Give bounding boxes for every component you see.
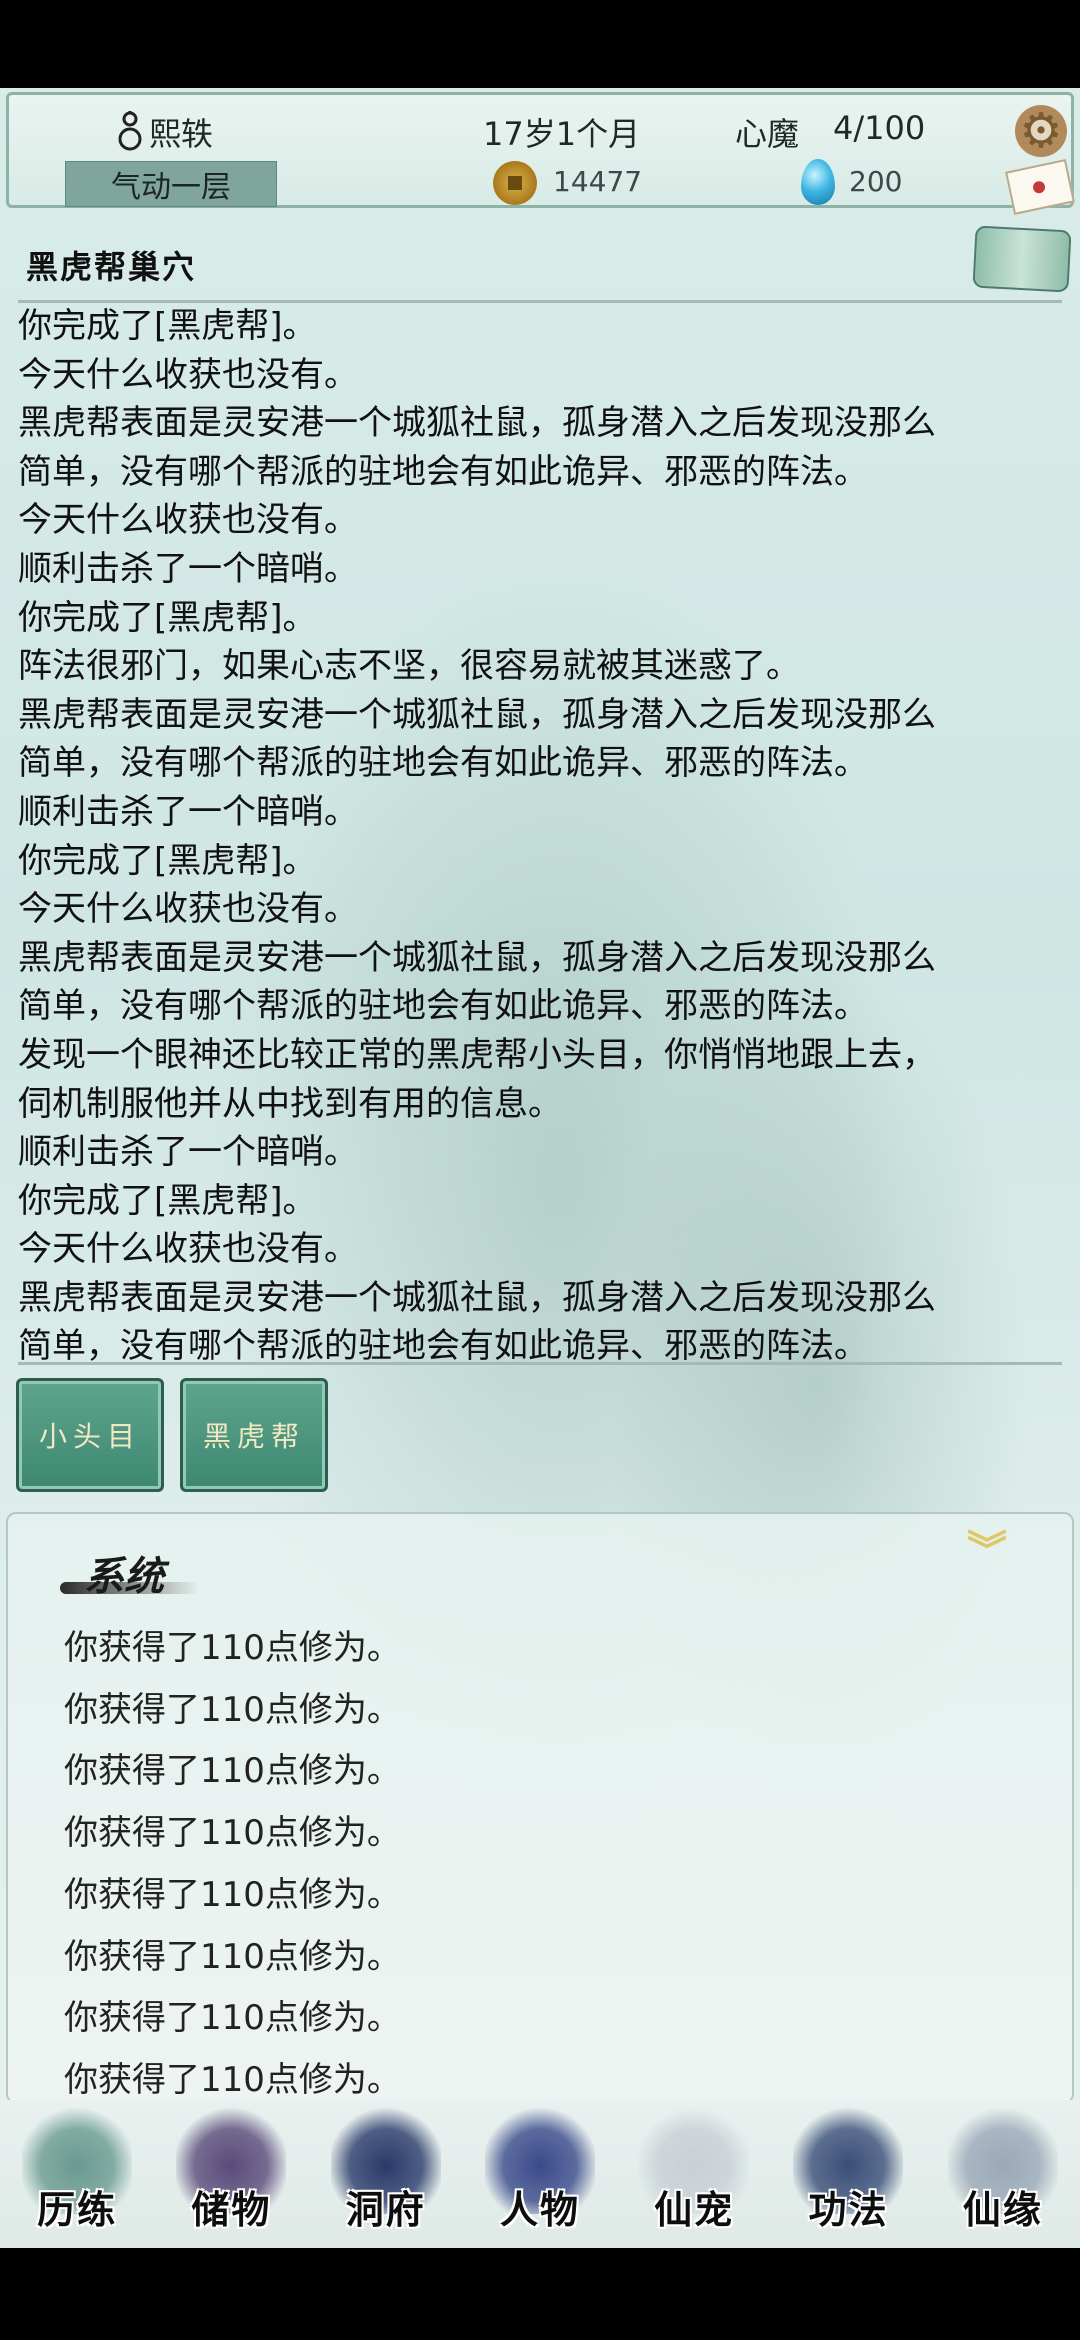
heart-demon-label: 心魔: [735, 115, 800, 153]
action-button-xiaotoumu[interactable]: 小头目: [16, 1378, 164, 1492]
log-line: 顺利击杀了一个暗哨。: [18, 791, 358, 832]
gourd-icon: [118, 111, 142, 151]
log-line: 顺利击杀了一个暗哨。: [18, 1132, 358, 1173]
log-line: 你完成了[黑虎帮]。: [18, 306, 317, 346]
log-line: 今天什么收获也没有。: [18, 1229, 358, 1270]
game-screen: 熙轶 气动一层 17岁1个月 心魔 4/100 14477 200 ⚙ 黑虎帮巢…: [0, 88, 1080, 2248]
nav-item-3[interactable]: 人物: [463, 2100, 617, 2248]
system-message: 你获得了110点修为。: [64, 1751, 401, 1792]
log-line: 你完成了[黑虎帮]。: [18, 597, 317, 638]
realm-badge[interactable]: 气动一层: [65, 161, 277, 207]
log-line: 简单，没有哪个帮派的驻地会有如此诡异、邪恶的阵法。: [18, 451, 868, 492]
map-scroll-icon[interactable]: [972, 225, 1072, 293]
system-message: 你获得了110点修为。: [64, 1813, 401, 1854]
nav-label: 仙宠: [654, 2187, 735, 2232]
system-message: 你获得了110点修为。: [64, 1998, 401, 2039]
system-message: 你获得了110点修为。: [64, 1628, 401, 1668]
nav-item-6[interactable]: 仙缘: [926, 2100, 1080, 2248]
location-title: 黑虎帮巢穴: [26, 248, 197, 286]
event-log[interactable]: 你完成了[黑虎帮]。 今天什么收获也没有。 黑虎帮表面是灵安港一个城狐社鼠，孤身潜入…: [18, 302, 1062, 1371]
log-line: 你完成了[黑虎帮]。: [18, 840, 317, 881]
nav-item-1[interactable]: 储物: [154, 2100, 308, 2248]
spirit-stone-icon: [801, 159, 835, 205]
nav-item-4[interactable]: 仙宠: [617, 2100, 771, 2248]
log-line: 黑虎帮表面是灵安港一个城狐社鼠，孤身潜入之后发现没那么: [18, 1277, 936, 1318]
log-line: 阵法很邪门，如果心志不坚，很容易就被其迷惑了。: [18, 646, 800, 687]
divider: [18, 1362, 1062, 1365]
log-line: 黑虎帮表面是灵安港一个城狐社鼠，孤身潜入之后发现没那么: [18, 403, 936, 444]
chevron-down-icon[interactable]: ︾: [964, 1528, 1010, 1574]
system-messages: 你获得了110点修为。 你获得了110点修为。 你获得了110点修为。 你获得了110…: [64, 1618, 401, 2112]
nav-label: 洞府: [345, 2187, 426, 2232]
log-line: 今天什么收获也没有。: [18, 889, 358, 930]
log-line: 今天什么收获也没有。: [18, 354, 358, 395]
log-line: 发现一个眼神还比较正常的黑虎帮小头目，你悄悄地跟上去，: [18, 1034, 936, 1075]
log-line: 顺利击杀了一个暗哨。: [18, 548, 358, 589]
system-message: 你获得了110点修为。: [64, 1936, 401, 1977]
nav-label: 历练: [37, 2187, 118, 2232]
log-line: 黑虎帮表面是灵安港一个城狐社鼠，孤身潜入之后发现没那么: [18, 937, 936, 978]
player-name[interactable]: 熙轶: [149, 109, 213, 155]
mail-icon[interactable]: [1005, 159, 1075, 215]
system-title: 系统: [84, 1553, 164, 1600]
age-label: 17岁1个月: [483, 115, 641, 153]
nav-label: 人物: [499, 2187, 580, 2232]
log-line: 今天什么收获也没有。: [18, 500, 358, 541]
nav-item-5[interactable]: 功法: [771, 2100, 925, 2248]
nav-label: 功法: [808, 2187, 889, 2232]
log-line: 伺机制服他并从中找到有用的信息。: [18, 1083, 562, 1124]
status-header: 熙轶 气动一层 17岁1个月 心魔 4/100 14477 200 ⚙: [6, 92, 1075, 215]
log-line: 黑虎帮表面是灵安港一个城狐社鼠，孤身潜入之后发现没那么: [18, 694, 936, 735]
system-message: 你获得了110点修为。: [64, 1689, 401, 1730]
system-message: 你获得了110点修为。: [64, 1874, 401, 1915]
log-line: 简单，没有哪个帮派的驻地会有如此诡异、邪恶的阵法。: [18, 743, 868, 784]
nav-item-0[interactable]: 历练: [0, 2100, 154, 2248]
heart-demon-value: 4/100: [833, 109, 926, 147]
log-line: 简单，没有哪个帮派的驻地会有如此诡异、邪恶的阵法。: [18, 986, 868, 1027]
coin-icon: [493, 161, 537, 205]
bottom-nav: 历练 储物 洞府 人物 仙宠 功法 仙缘: [0, 2100, 1080, 2248]
spirit-stone-count: 200: [849, 165, 903, 198]
nav-label: 仙缘: [962, 2187, 1043, 2232]
nav-label: 储物: [191, 2187, 272, 2232]
nav-item-2[interactable]: 洞府: [309, 2100, 463, 2248]
log-line: 你完成了[黑虎帮]。: [18, 1180, 317, 1221]
gear-icon[interactable]: ⚙: [1015, 105, 1067, 157]
coin-count: 14477: [553, 165, 643, 198]
action-button-heihubang[interactable]: 黑虎帮: [180, 1378, 328, 1492]
